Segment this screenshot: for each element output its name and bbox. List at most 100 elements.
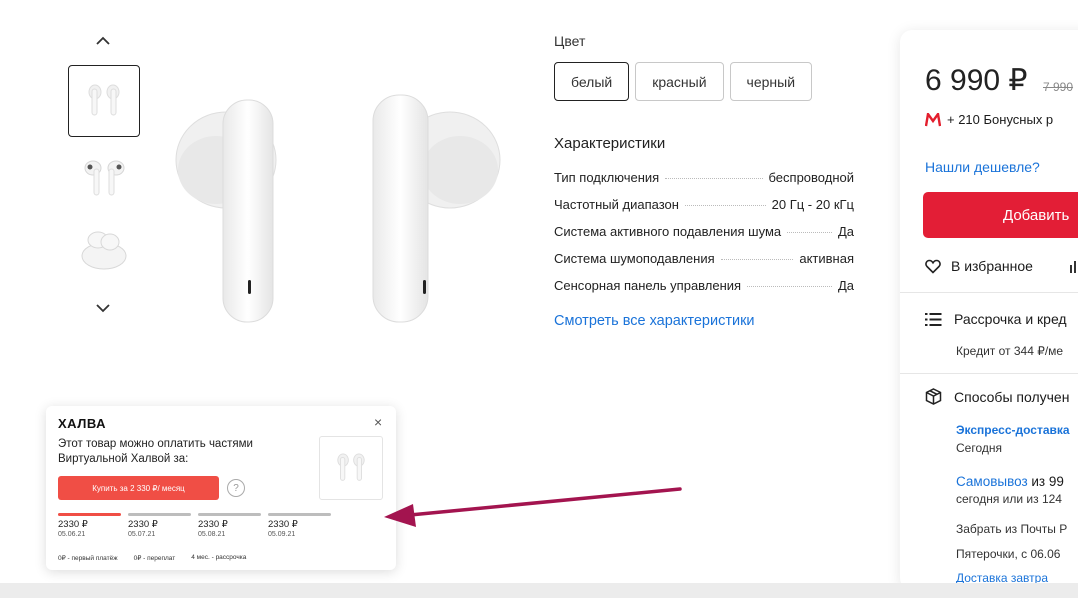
spec-name: Частотный диапазон bbox=[554, 197, 679, 212]
old-price: 7 990 bbox=[1043, 80, 1074, 94]
express-delivery-when: Сегодня bbox=[956, 441, 1002, 455]
halva-description: Этот товар можно оплатить частями Виртуа… bbox=[58, 438, 253, 465]
spec-name: Система активного подавления шума bbox=[554, 224, 782, 239]
mvideo-logo-icon bbox=[925, 112, 941, 126]
express-delivery[interactable]: Экспресс-доставка Сегодня bbox=[956, 423, 1070, 455]
halva-term: 0₽ - первый платёж bbox=[58, 555, 118, 562]
earbuds-case-image bbox=[81, 231, 127, 270]
spec-row: Сенсорная панель управления Да bbox=[554, 278, 854, 305]
spec-row: Система шумоподавления активная bbox=[554, 251, 854, 278]
color-option-black[interactable]: черный bbox=[729, 62, 813, 101]
spec-value: 20 Гц - 20 кГц bbox=[771, 197, 854, 212]
pickup-when: сегодня или из 124 bbox=[956, 492, 1062, 506]
post-pickup-date: Пятерочки, с 06.06 bbox=[956, 547, 1061, 561]
express-delivery-title: Экспресс-доставка bbox=[956, 423, 1070, 437]
post-pickup-line: Забрать из Почты Р bbox=[956, 522, 1068, 536]
payment-item: 2330 ₽ 05.06.21 bbox=[58, 513, 121, 538]
spec-value: активная bbox=[799, 251, 854, 266]
halva-help-button[interactable]: ? bbox=[227, 479, 245, 497]
payment-date: 05.09.21 bbox=[268, 531, 296, 538]
spec-value: беспроводной bbox=[768, 170, 855, 185]
gallery-thumbnail-3[interactable] bbox=[68, 212, 140, 284]
pickup-link[interactable]: Самовывоз bbox=[956, 474, 1028, 489]
bonus-row: + 210 Бонусных р bbox=[925, 112, 1053, 127]
spec-value: Да bbox=[837, 278, 854, 293]
annotation-arrow bbox=[384, 487, 682, 527]
spec-dots bbox=[747, 286, 832, 287]
favorites-label: В избранное bbox=[951, 258, 1033, 274]
payment-date: 05.07.21 bbox=[128, 531, 156, 538]
pickup-delivery: Самовывоз из 99 сегодня или из 124 bbox=[956, 474, 1064, 506]
receive-label: Способы получен bbox=[954, 388, 1070, 405]
found-cheaper-link[interactable]: Нашли дешевле? bbox=[925, 159, 1040, 175]
halva-close-button[interactable]: × bbox=[374, 414, 382, 430]
payment-date: 05.08.21 bbox=[198, 531, 226, 538]
all-specs-link[interactable]: Смотреть все характеристики bbox=[554, 313, 755, 329]
compare-icon[interactable] bbox=[1069, 259, 1078, 273]
gallery-thumbnail-1[interactable] bbox=[68, 65, 140, 137]
payment-date: 05.06.21 bbox=[58, 531, 86, 538]
spec-row: Система активного подавления шума Да bbox=[554, 224, 854, 251]
earbuds-angled-image bbox=[84, 160, 125, 196]
spec-dots bbox=[787, 232, 832, 233]
spec-row: Тип подключения беспроводной bbox=[554, 170, 854, 197]
payment-amount: 2330 ₽ bbox=[268, 519, 298, 530]
spec-name: Система шумоподавления bbox=[554, 251, 715, 266]
credit-subtext: Кредит от 344 ₽/ме bbox=[956, 344, 1064, 358]
product-main-image bbox=[175, 94, 501, 323]
earbuds-thumbnail-image bbox=[88, 84, 120, 116]
payment-item: 2330 ₽ 05.07.21 bbox=[128, 513, 191, 538]
divider bbox=[900, 292, 1078, 293]
spec-dots bbox=[720, 259, 794, 260]
box-icon bbox=[925, 388, 942, 405]
color-option-white[interactable]: белый bbox=[554, 62, 630, 101]
spec-value: Да bbox=[837, 224, 854, 239]
gallery-up-button[interactable] bbox=[96, 33, 110, 51]
color-options: белый красный черный bbox=[554, 62, 813, 101]
halva-payment-schedule: 2330 ₽ 05.06.21 2330 ₽ 05.07.21 2330 ₽ 0… bbox=[58, 513, 331, 538]
specs-list: Тип подключения беспроводной Частотный д… bbox=[554, 170, 854, 305]
halva-buy-button[interactable]: Купить за 2 330 ₽/ месяц bbox=[58, 476, 219, 500]
payment-bar bbox=[198, 513, 261, 516]
payment-item: 2330 ₽ 05.09.21 bbox=[268, 513, 331, 538]
gallery-thumbnail-2[interactable] bbox=[68, 140, 140, 212]
gallery-down-button[interactable] bbox=[96, 300, 110, 318]
halva-term: 0₽ - переплат bbox=[133, 555, 176, 562]
payment-amount: 2330 ₽ bbox=[198, 519, 228, 530]
list-icon bbox=[925, 312, 942, 326]
earbuds-small-image bbox=[337, 453, 365, 481]
buy-card: 6 990 ₽ 7 990 + 210 Бонусных р Нашли деш… bbox=[900, 30, 1078, 590]
color-label: Цвет bbox=[554, 33, 586, 49]
pickup-count: из 99 bbox=[1027, 474, 1064, 489]
receive-row: Способы получен bbox=[925, 388, 1069, 405]
chevron-down-icon bbox=[96, 304, 110, 313]
specs-title: Характеристики bbox=[554, 135, 666, 152]
credit-label: Рассрочка и кред bbox=[954, 311, 1067, 327]
heart-icon bbox=[925, 259, 941, 274]
halva-widget: ХАЛВА × Этот товар можно оплатить частям… bbox=[46, 406, 396, 570]
spec-dots bbox=[684, 205, 766, 206]
chevron-up-icon bbox=[96, 36, 110, 45]
payment-bar bbox=[128, 513, 191, 516]
halva-terms: 0₽ - первый платёж 0₽ - переплат 4 мес. … bbox=[58, 554, 246, 562]
payment-bar bbox=[58, 513, 121, 516]
halva-logo: ХАЛВА bbox=[58, 416, 106, 431]
payment-amount: 2330 ₽ bbox=[128, 519, 158, 530]
color-option-red[interactable]: красный bbox=[635, 62, 724, 101]
credit-row[interactable]: Рассрочка и кред bbox=[925, 311, 1067, 327]
halva-term: 4 мес. - рассрочка bbox=[191, 554, 247, 561]
payment-amount: 2330 ₽ bbox=[58, 519, 88, 530]
spec-dots bbox=[665, 178, 763, 179]
divider bbox=[900, 373, 1078, 374]
favorites-button[interactable]: В избранное bbox=[925, 258, 1033, 274]
footer-band bbox=[0, 583, 1078, 598]
add-to-cart-button[interactable]: Добавить bbox=[923, 192, 1078, 238]
spec-name: Тип подключения bbox=[554, 170, 660, 185]
payment-item: 2330 ₽ 05.08.21 bbox=[198, 513, 261, 538]
bonus-text: + 210 Бонусных р bbox=[947, 112, 1054, 127]
spec-row: Частотный диапазон 20 Гц - 20 кГц bbox=[554, 197, 854, 224]
product-page: Цвет белый красный черный Характеристики… bbox=[0, 0, 1078, 598]
price: 6 990 ₽ bbox=[925, 64, 1028, 97]
halva-product-thumbnail bbox=[319, 436, 383, 500]
spec-name: Сенсорная панель управления bbox=[554, 278, 742, 293]
